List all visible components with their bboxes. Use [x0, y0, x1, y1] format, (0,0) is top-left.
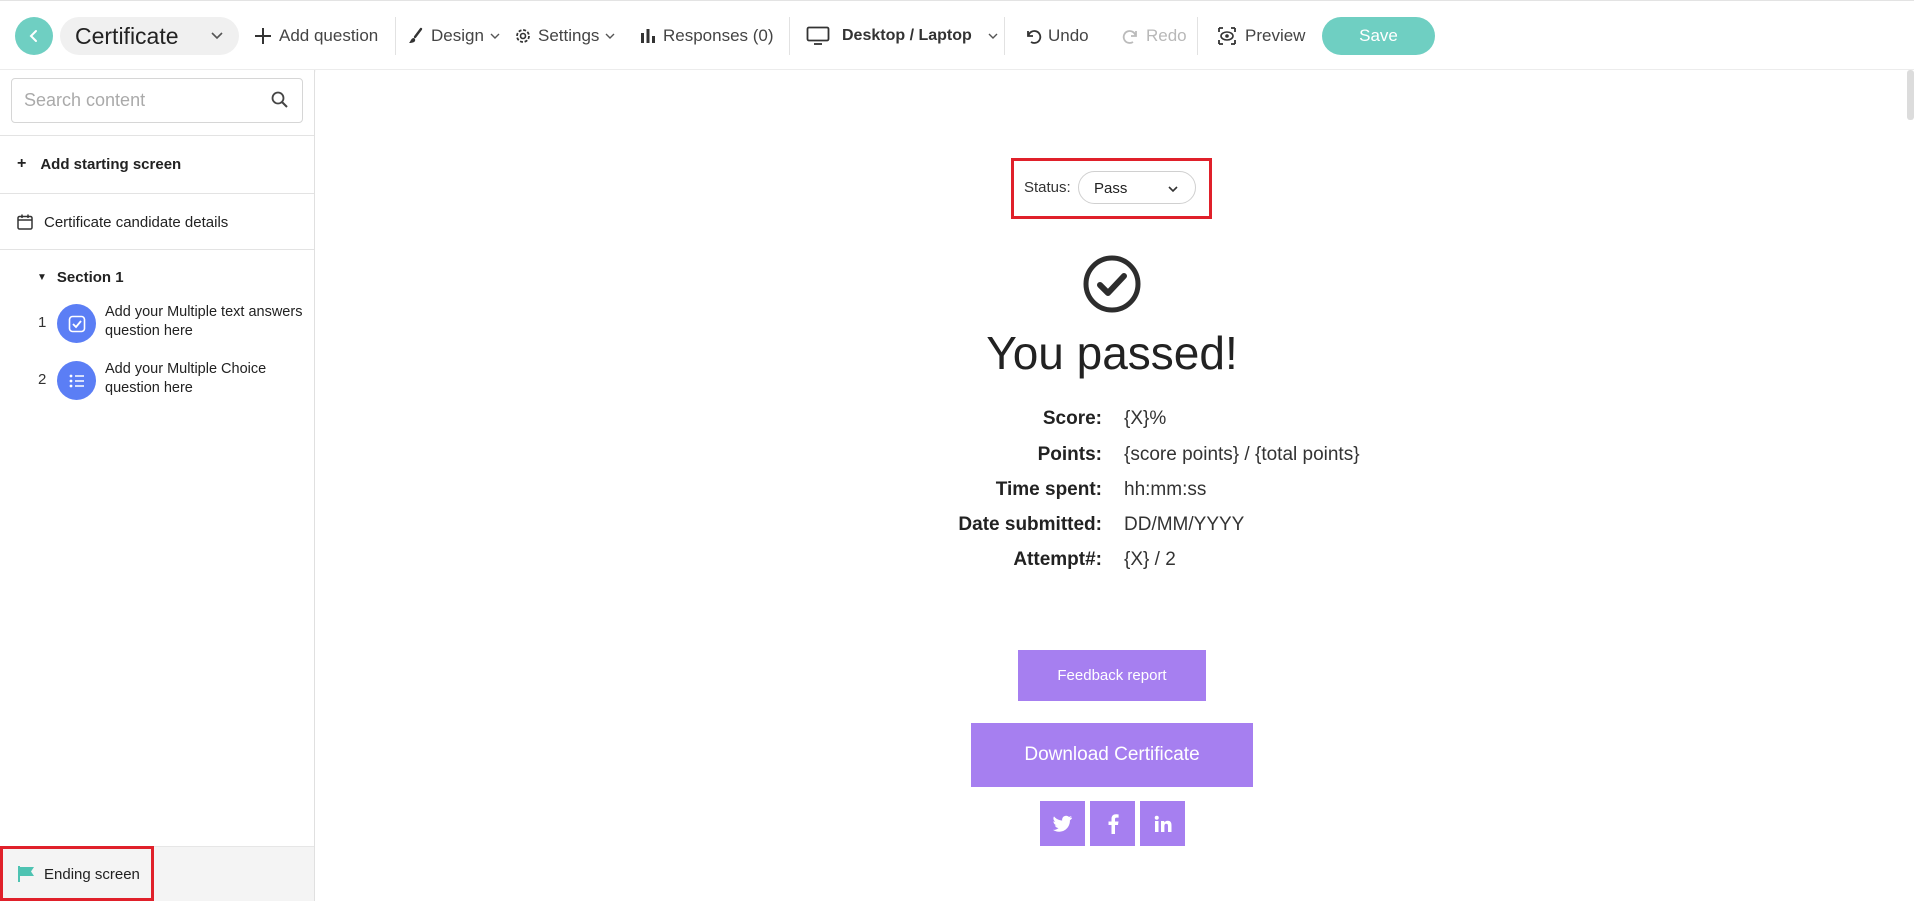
section-label: Section 1 [56, 268, 124, 286]
ending-screen-item[interactable]: Ending screen [0, 846, 314, 901]
chevron-down-icon [605, 33, 615, 39]
stat-row: Attempt#: {X} / 2 [912, 549, 1512, 579]
question-number: 2 [38, 371, 47, 388]
scrollbar[interactable] [1907, 70, 1914, 120]
question-number: 1 [38, 314, 47, 331]
form-title-dropdown[interactable]: Certificate [60, 17, 239, 55]
chevron-down-icon [211, 32, 223, 40]
stat-value: DD/MM/YYYY [1124, 514, 1245, 535]
question-text: Add your Multiple Choice question here [105, 361, 267, 396]
chevron-down-icon [1168, 186, 1178, 193]
undo-icon [1027, 30, 1042, 44]
divider [0, 193, 314, 194]
add-question-label: Add question [279, 26, 379, 45]
question-item[interactable]: 2 Add your Multiple Choice question here [0, 355, 314, 405]
stat-label: Date submitted: [958, 514, 1102, 535]
search-icon[interactable] [270, 90, 290, 110]
redo-button[interactable]: Redo [1122, 1, 1187, 71]
stat-label: Time spent: [995, 479, 1102, 500]
top-toolbar: Certificate Add question Design Settings… [0, 0, 1914, 70]
bar-chart-icon [641, 29, 655, 43]
stat-value: {X}% [1124, 408, 1167, 429]
divider [0, 135, 314, 136]
chevron-down-icon [490, 33, 500, 39]
divider [1197, 17, 1198, 55]
twitter-icon [1052, 815, 1072, 832]
content-sidebar: + Add starting screen Certificate candid… [0, 70, 315, 901]
stat-row: Points: {score points} / {total points} [912, 444, 1512, 474]
stat-label: Attempt#: [1013, 549, 1102, 570]
status-value: Pass [1094, 180, 1128, 197]
facebook-share-button[interactable] [1090, 801, 1135, 846]
list-icon [57, 361, 96, 400]
undo-label: Undo [1048, 26, 1089, 45]
settings-label: Settings [538, 26, 600, 45]
candidate-details-item[interactable]: Certificate candidate details [0, 200, 314, 244]
twitter-share-button[interactable] [1040, 801, 1085, 846]
chevron-down-icon [988, 33, 998, 39]
gear-icon [516, 29, 530, 43]
stat-label: Score: [1042, 408, 1102, 429]
stat-value: {X} / 2 [1124, 549, 1176, 570]
search-box [11, 78, 303, 123]
add-question-button[interactable]: Add question [253, 1, 378, 71]
responses-button[interactable]: Responses (0) [639, 1, 774, 71]
plus-icon: + [17, 155, 27, 172]
search-input[interactable] [12, 79, 252, 122]
result-headline: You passed! [986, 327, 1238, 379]
download-certificate-button[interactable]: Download Certificate [971, 723, 1253, 787]
divider [395, 17, 396, 55]
back-button[interactable] [15, 17, 53, 55]
linkedin-icon [1154, 815, 1171, 832]
eye-icon [1218, 27, 1236, 45]
stat-label: Points: [1037, 444, 1102, 465]
device-selector[interactable]: Desktop / Laptop [806, 1, 1000, 71]
section-header[interactable]: ▼ Section 1 [0, 262, 314, 292]
question-item[interactable]: 1 Add your Multiple text answers questio… [0, 298, 314, 348]
form-title: Certificate [75, 22, 179, 49]
redo-icon [1122, 30, 1137, 44]
status-select[interactable]: Pass [1078, 171, 1196, 204]
calendar-icon [17, 214, 33, 230]
add-starting-screen-label: Add starting screen [40, 155, 182, 173]
device-label: Desktop / Laptop [842, 27, 972, 44]
feedback-report-button[interactable]: Feedback report [1018, 650, 1206, 701]
preview-button[interactable]: Preview [1217, 1, 1305, 71]
preview-label: Preview [1245, 26, 1306, 45]
responses-label: Responses (0) [663, 26, 774, 45]
stat-row: Score: {X}% [912, 408, 1512, 438]
settings-menu[interactable]: Settings [514, 1, 617, 71]
stat-value: {score points} / {total points} [1124, 444, 1360, 465]
candidate-details-label: Certificate candidate details [44, 213, 229, 231]
redo-label: Redo [1146, 26, 1187, 45]
question-text: Add your Multiple text answers question … [105, 304, 303, 339]
add-starting-screen-button[interactable]: + Add starting screen [0, 142, 314, 186]
design-menu[interactable]: Design [407, 1, 502, 71]
stat-row: Time spent: hh:mm:ss [912, 479, 1512, 509]
divider [789, 17, 790, 55]
brush-icon [409, 27, 423, 43]
plus-icon [255, 28, 271, 44]
linkedin-share-button[interactable] [1140, 801, 1185, 846]
monitor-icon [806, 26, 830, 45]
stat-row: Date submitted: DD/MM/YYYY [912, 514, 1512, 544]
status-label: Status: [1024, 179, 1071, 196]
checkbox-icon [57, 304, 96, 343]
ending-screen-label: Ending screen [44, 866, 140, 883]
chevron-left-icon [29, 30, 37, 42]
design-label: Design [431, 26, 484, 45]
divider [1004, 17, 1005, 55]
facebook-icon [1108, 813, 1119, 834]
flag-icon [18, 866, 34, 882]
check-circle-icon [1083, 255, 1141, 313]
undo-button[interactable]: Undo [1024, 1, 1089, 71]
divider [0, 249, 314, 250]
stat-value: hh:mm:ss [1124, 479, 1207, 500]
save-button[interactable]: Save [1322, 17, 1435, 55]
caret-down-icon: ▼ [37, 271, 47, 283]
